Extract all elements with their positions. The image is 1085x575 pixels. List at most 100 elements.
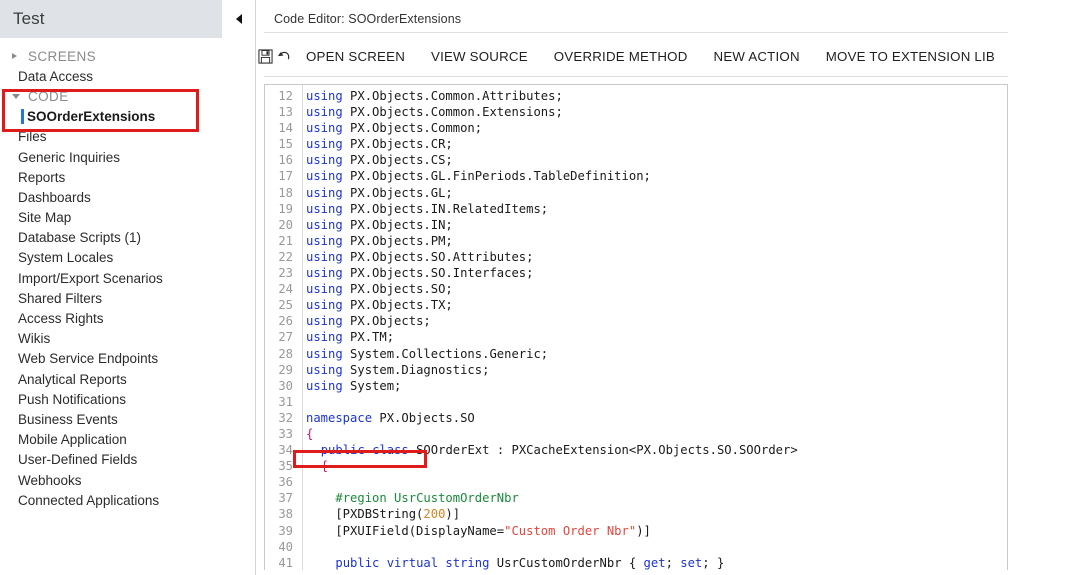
code-line-text[interactable]: using PX.Objects.IN.RelatedItems;	[298, 201, 548, 217]
line-number: 35	[278, 459, 293, 474]
line-number: 20	[278, 217, 293, 232]
disclosure-toggle[interactable]	[12, 93, 28, 99]
code-line-text[interactable]: using PX.Objects.Common.Extensions;	[298, 104, 563, 120]
code-line: 25 using PX.Objects.TX;	[265, 297, 1007, 313]
code-line-text[interactable]: using PX.Objects.PM;	[298, 233, 453, 249]
line-number: 23	[278, 266, 293, 281]
sidebar-item-analytical-reports[interactable]: Analytical Reports	[0, 369, 255, 389]
sidebar-item-connected-applications[interactable]: Connected Applications	[0, 490, 255, 510]
code-line-text[interactable]: {	[298, 458, 328, 474]
code-line-text[interactable]: using PX.Objects.GL;	[298, 185, 453, 201]
code-editor-screen: Test SCREENS Data Access CODE SOOrderExtens…	[0, 0, 1085, 575]
sidebar-item-label: System Locales	[18, 250, 114, 266]
sidebar-item-business-events[interactable]: Business Events	[0, 409, 255, 429]
sidebar-item-mobile-application[interactable]: Mobile Application	[0, 430, 255, 450]
toolbar-button-view-source[interactable]: VIEW SOURCE	[418, 49, 541, 64]
code-line: 37 #region UsrCustomOrderNbr	[265, 490, 1007, 506]
code-line-text[interactable]: using PX.Objects.SO;	[298, 281, 453, 297]
line-number: 26	[278, 314, 293, 329]
sidebar-item-label: User-Defined Fields	[18, 452, 138, 468]
code-line-text[interactable]: using System.Collections.Generic;	[298, 346, 548, 362]
line-number: 30	[278, 378, 293, 393]
undo-button[interactable]	[275, 39, 294, 73]
sidebar-nav-list: SCREENS Data Access CODE SOOrderExtensions F…	[0, 38, 255, 510]
code-line-text[interactable]: using System.Diagnostics;	[298, 362, 489, 378]
toolbar-divider	[264, 76, 1008, 77]
sidebar-item-site-map[interactable]: Site Map	[0, 208, 255, 228]
line-number: 19	[278, 201, 293, 216]
code-line-text[interactable]: public virtual string UsrCustomOrderNbr …	[298, 555, 724, 570]
sidebar-item-dashboards[interactable]: Dashboards	[0, 187, 255, 207]
sidebar-header: Test	[0, 0, 255, 38]
code-line-text[interactable]: using PX.Objects.SO.Attributes;	[298, 249, 533, 265]
sidebar-collapse-button[interactable]	[222, 0, 255, 38]
sidebar-item-web-service-endpoints[interactable]: Web Service Endpoints	[0, 349, 255, 369]
code-line: 13 using PX.Objects.Common.Extensions;	[265, 104, 1007, 120]
line-number: 18	[278, 185, 293, 200]
code-line-text[interactable]: [PXUIField(DisplayName="Custom Order Nbr…	[298, 523, 651, 539]
sidebar-item-code[interactable]: CODE	[0, 86, 255, 106]
code-line-text[interactable]: #region UsrCustomOrderNbr	[298, 490, 518, 506]
code-line-text[interactable]: public class SOOrderExt : PXCacheExtensi…	[298, 442, 798, 458]
code-line-text[interactable]: using PX.Objects.Common;	[298, 120, 482, 136]
caret-left-icon	[235, 14, 242, 24]
code-line-text[interactable]: using PX.Objects;	[298, 313, 431, 329]
toolbar-button-override-method[interactable]: OVERRIDE METHOD	[541, 49, 701, 64]
code-line-text[interactable]: using System;	[298, 378, 401, 394]
line-number: 25	[278, 298, 293, 313]
code-line-text[interactable]	[298, 474, 306, 490]
sidebar-item-screens[interactable]: SCREENS	[0, 46, 255, 66]
code-line: 40	[265, 539, 1007, 555]
code-line-text[interactable]: using PX.TM;	[298, 329, 394, 345]
code-line: 23 using PX.Objects.SO.Interfaces;	[265, 265, 1007, 281]
sidebar-item-label: Data Access	[18, 68, 94, 84]
editor-toolbar: OPEN SCREEN VIEW SOURCE OVERRIDE METHOD NEW…	[256, 38, 1008, 74]
code-line-text[interactable]: using PX.Objects.CR;	[298, 136, 453, 152]
toolbar-button-new-action[interactable]: NEW ACTION	[701, 49, 813, 64]
code-line-text[interactable]: using PX.Objects.SO.Interfaces;	[298, 265, 533, 281]
sidebar-item-files[interactable]: Files	[0, 127, 255, 147]
disclosure-toggle[interactable]	[12, 53, 28, 60]
sidebar-item-generic-inquiries[interactable]: Generic Inquiries	[0, 147, 255, 167]
toolbar-button-open-screen[interactable]: OPEN SCREEN	[293, 49, 418, 64]
sidebar-item-label: SCREENS	[28, 48, 97, 64]
sidebar-item-system-locales[interactable]: System Locales	[0, 248, 255, 268]
code-content[interactable]: 12 using PX.Objects.Common.Attributes; 13 u…	[265, 85, 1007, 570]
sidebar-item-label: Access Rights	[18, 311, 104, 327]
code-line-text[interactable]: using PX.Objects.CS;	[298, 152, 453, 168]
line-number: 14	[278, 121, 293, 136]
code-line-text[interactable]: namespace PX.Objects.SO	[298, 410, 475, 426]
toolbar-button-move-to-extension-lib[interactable]: MOVE TO EXTENSION LIB	[813, 49, 1008, 64]
sidebar-title: Test	[13, 9, 45, 28]
save-button[interactable]	[256, 39, 275, 73]
sidebar-item-webhooks[interactable]: Webhooks	[0, 470, 255, 490]
arrow-right-icon	[12, 53, 17, 60]
sidebar-item-shared-filters[interactable]: Shared Filters	[0, 288, 255, 308]
sidebar-item-user-defined-fields[interactable]: User-Defined Fields	[0, 450, 255, 470]
code-line-text[interactable]: using PX.Objects.IN;	[298, 217, 453, 233]
code-line: 39 [PXUIField(DisplayName="Custom Order …	[265, 523, 1007, 539]
line-number: 29	[278, 362, 293, 377]
code-line-text[interactable]: using PX.Objects.TX;	[298, 297, 453, 313]
sidebar-item-soorderextensions[interactable]: SOOrderExtensions	[0, 107, 255, 127]
sidebar-item-access-rights[interactable]: Access Rights	[0, 308, 255, 328]
code-line: 26 using PX.Objects;	[265, 313, 1007, 329]
code-line: 32 namespace PX.Objects.SO	[265, 410, 1007, 426]
sidebar-item-wikis[interactable]: Wikis	[0, 329, 255, 349]
sidebar-item-label: Analytical Reports	[18, 371, 127, 387]
code-line-text[interactable]: [PXDBString(200)]	[298, 506, 460, 522]
code-line-text[interactable]	[298, 394, 306, 410]
code-editor[interactable]: 12 using PX.Objects.Common.Attributes; 13 u…	[264, 84, 1008, 570]
code-line-text[interactable]: {	[298, 426, 313, 442]
sidebar-item-reports[interactable]: Reports	[0, 167, 255, 187]
code-line-text[interactable]: using PX.Objects.GL.FinPeriods.TableDefi…	[298, 168, 651, 184]
sidebar-item-data-access[interactable]: Data Access	[0, 66, 255, 86]
save-icon	[258, 48, 273, 64]
sidebar-item-import-export-scenarios[interactable]: Import/Export Scenarios	[0, 268, 255, 288]
code-line: 19 using PX.Objects.IN.RelatedItems;	[265, 201, 1007, 217]
sidebar-item-push-notifications[interactable]: Push Notifications	[0, 389, 255, 409]
sidebar-item-database-scripts-1[interactable]: Database Scripts (1)	[0, 228, 255, 248]
code-line-text[interactable]	[298, 539, 306, 555]
editor-pane: Code Editor: SOOrderExtensions OPEN SCRE…	[256, 0, 1085, 575]
code-line-text[interactable]: using PX.Objects.Common.Attributes;	[298, 88, 563, 104]
